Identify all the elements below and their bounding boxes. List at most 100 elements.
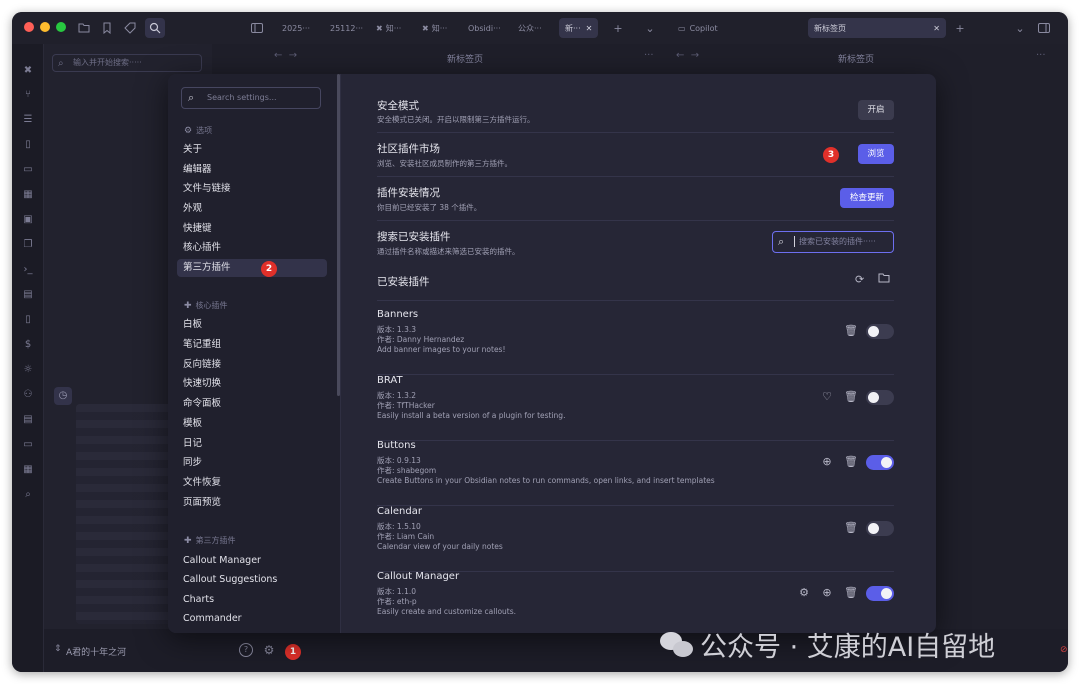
heart-icon[interactable]: ♡ <box>820 390 834 404</box>
sidebar-toggle-icon[interactable] <box>249 20 265 36</box>
installed-plugins-search-input[interactable]: ⌕ 搜索已安装的插件····· <box>772 231 894 253</box>
safe-mode-button[interactable]: 开启 <box>858 100 894 120</box>
notes-icon[interactable]: ▤ <box>21 413 35 427</box>
gear-icon[interactable]: ⚙ <box>262 643 276 657</box>
nav-plugin-item[interactable]: Callout Suggestions <box>177 571 327 589</box>
network-icon[interactable]: ⚇ <box>21 388 35 402</box>
trash-icon[interactable]: 🗑︎ <box>844 455 858 469</box>
open-folder-icon[interactable] <box>878 273 890 286</box>
trash-icon[interactable]: 🗑︎ <box>844 324 858 338</box>
nav-core-item[interactable]: 笔记重组 <box>177 336 327 354</box>
layers-icon[interactable]: ▤ <box>21 288 35 302</box>
nav-core-item[interactable]: 模板 <box>177 415 327 433</box>
plugin-toggle[interactable] <box>866 324 894 339</box>
reload-icon[interactable]: ⟳ <box>855 273 864 286</box>
calendar-icon[interactable]: ▣ <box>21 213 35 227</box>
sidebar-scrollbar[interactable] <box>337 74 340 396</box>
terminal-icon[interactable]: ›_ <box>21 263 35 277</box>
nav-core-item[interactable]: 同步 <box>177 454 327 472</box>
logo-icon[interactable]: ✖ <box>21 64 35 78</box>
add-hotkey-icon[interactable]: ⊕ <box>820 455 834 469</box>
nav-core-item[interactable]: 文件恢复 <box>177 474 327 492</box>
sync-status-icon[interactable]: ⊘ <box>1060 645 1068 655</box>
nav-core-plugins[interactable]: 核心插件 <box>177 239 327 257</box>
clock-icon[interactable]: ◷ <box>54 387 72 405</box>
tab-2[interactable]: 25112··· <box>324 18 369 38</box>
settings-modal: ⌕ Search settings... ⚙ 选项 关于 编辑器 文件与链接 外… <box>168 74 936 633</box>
nav-core-item[interactable]: 页面预览 <box>177 494 327 512</box>
nav-plugin-item[interactable]: Callout Manager <box>177 552 327 570</box>
chevron-down-icon[interactable]: ⌄ <box>1012 20 1028 36</box>
tab-active[interactable]: 新··· ✕ <box>559 18 599 38</box>
tab-5[interactable]: Obsidi··· <box>462 18 507 38</box>
chat-icon[interactable]: ▭ <box>21 163 35 177</box>
trash-icon[interactable]: 🗑︎ <box>844 521 858 535</box>
nav-files-links[interactable]: 文件与链接 <box>177 180 327 198</box>
tab-1[interactable]: 2025··· <box>276 18 316 38</box>
more-icon[interactable]: ··· <box>1036 50 1046 61</box>
table-icon[interactable]: ▦ <box>21 463 35 477</box>
nav-editor[interactable]: 编辑器 <box>177 161 327 179</box>
more-icon[interactable]: ··· <box>644 50 654 61</box>
nav-community-plugins[interactable]: 第三方插件 <box>177 259 327 277</box>
setting-desc: 通过插件名称或描述来筛选已安装的插件。 <box>377 247 520 256</box>
plugin-toggle[interactable] <box>866 390 894 405</box>
nav-arrows[interactable]: ← → <box>274 50 297 61</box>
tab-label: 知··· <box>431 23 448 33</box>
nav-hotkeys[interactable]: 快捷键 <box>177 220 327 238</box>
plugin-toggle[interactable] <box>866 455 894 470</box>
trash-icon[interactable]: 🗑︎ <box>844 390 858 404</box>
tag-icon[interactable] <box>122 20 138 36</box>
nav-about[interactable]: 关于 <box>177 141 327 159</box>
vault-switch-icon[interactable]: ⇕ <box>54 644 62 654</box>
search-icon[interactable]: ⌕ <box>21 488 35 502</box>
new-tab-icon[interactable]: + <box>610 20 626 36</box>
gear-icon[interactable]: ⚙ <box>797 586 811 600</box>
plugin-toggle[interactable] <box>866 521 894 536</box>
new-tab-icon[interactable]: + <box>952 20 968 36</box>
browse-button[interactable]: 浏览 <box>858 144 894 164</box>
close-tab-icon[interactable]: ✕ <box>933 24 940 33</box>
graph-icon[interactable]: ⑂ <box>21 88 35 102</box>
close-window-button[interactable] <box>24 22 34 32</box>
dollar-icon[interactable]: $ <box>21 338 35 352</box>
tab-4[interactable]: ✖ 知··· <box>416 18 453 38</box>
nav-core-item[interactable]: 白板 <box>177 316 327 334</box>
trash-icon[interactable]: 🗑︎ <box>844 586 858 600</box>
maximize-window-button[interactable] <box>56 22 66 32</box>
vault-name[interactable]: A君的十年之河 <box>66 645 126 658</box>
help-icon[interactable]: ? <box>239 643 253 657</box>
nav-core-item[interactable]: 日记 <box>177 435 327 453</box>
nav-arrows[interactable]: ← → <box>676 50 699 61</box>
right-sidebar-toggle-icon[interactable] <box>1036 20 1052 36</box>
bookmark-icon[interactable] <box>99 20 115 36</box>
nav-plugin-item[interactable]: Commander <box>177 610 327 628</box>
book-icon[interactable]: ▭ <box>21 438 35 452</box>
nav-core-item[interactable]: 快速切换 <box>177 375 327 393</box>
chevron-down-icon[interactable]: ⌄ <box>642 20 658 36</box>
outline-icon[interactable]: ☰ <box>21 113 35 127</box>
search-icon[interactable] <box>145 18 165 38</box>
tab-6[interactable]: 公众··· <box>512 18 548 38</box>
minimize-window-button[interactable] <box>40 22 50 32</box>
copy-icon[interactable]: ❐ <box>21 238 35 252</box>
check-updates-button[interactable]: 检查更新 <box>840 188 894 208</box>
file-icon[interactable]: ▯ <box>21 138 35 152</box>
global-search-input[interactable]: ⌕ 输入并开始搜索····· <box>52 54 202 72</box>
nav-appearance[interactable]: 外观 <box>177 200 327 218</box>
close-tab-icon[interactable]: ✕ <box>586 24 593 33</box>
document-icon[interactable]: ▯ <box>21 313 35 327</box>
plugin-toggle[interactable] <box>866 586 894 601</box>
grid-icon[interactable]: ▦ <box>21 188 35 202</box>
right-pane-tab[interactable]: 新标签页 ✕ <box>808 18 946 38</box>
copilot-tab[interactable]: ▭ Copilot <box>672 18 724 38</box>
nav-plugin-item[interactable]: Charts <box>177 591 327 609</box>
nav-core-item[interactable]: 命令面板 <box>177 395 327 413</box>
add-hotkey-icon[interactable]: ⊕ <box>820 586 834 600</box>
tab-3[interactable]: ✖ 知··· <box>370 18 407 38</box>
folder-icon[interactable] <box>76 20 92 36</box>
sun-icon[interactable]: ☼ <box>21 363 35 377</box>
search-icon: ⌕ <box>188 91 195 104</box>
settings-search-input[interactable]: ⌕ Search settings... <box>181 87 321 109</box>
nav-core-item[interactable]: 反向链接 <box>177 356 327 374</box>
